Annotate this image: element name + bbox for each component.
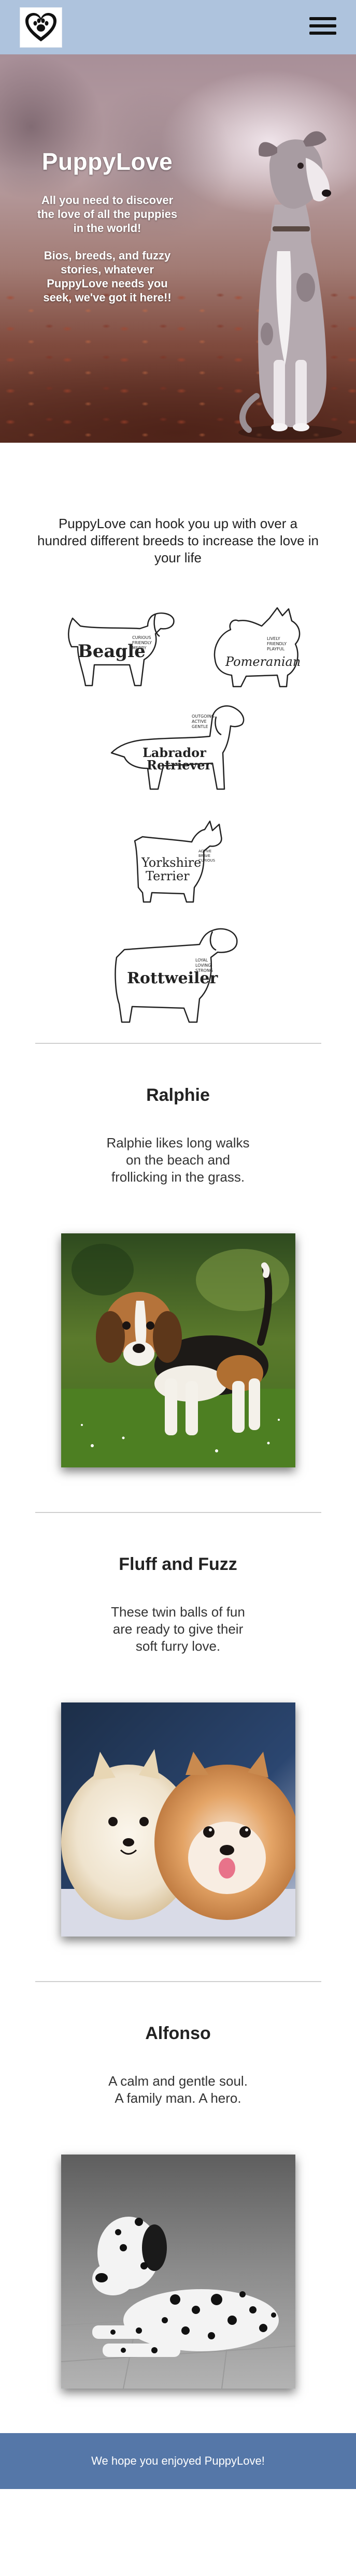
dog-name: Fluff and Fuzz: [119, 1554, 237, 1574]
breed-labrador-retriever[interactable]: Labrador Retriever OUTGOING ACTIVE GENTL…: [106, 696, 251, 799]
svg-text:Retriever: Retriever: [147, 758, 212, 773]
svg-text:MERRY: MERRY: [132, 646, 147, 650]
dog-photo-alfonso: [61, 2155, 295, 2389]
hero-text-block: PuppyLove All you need to discover the l…: [32, 148, 182, 318]
svg-text:LOYAL: LOYAL: [195, 958, 208, 963]
footer-text: We hope you enjoyed PuppyLove!: [91, 2454, 265, 2467]
svg-text:CURIOUS: CURIOUS: [132, 635, 151, 640]
dog-profile-alfonso: Alfonso A calm and gentle soul. A family…: [0, 1982, 356, 2389]
svg-text:ACTIVE: ACTIVE: [198, 849, 211, 853]
svg-text:BRAVE: BRAVE: [198, 854, 210, 858]
dog-name: Alfonso: [145, 2024, 211, 2043]
hero-banner: PuppyLove All you need to discover the l…: [0, 54, 356, 443]
dog-profile-fluff-and-fuzz: Fluff and Fuzz These twin balls of fun a…: [0, 1513, 356, 1937]
dog-photo-ralphie: [61, 1233, 295, 1467]
svg-text:LOVING: LOVING: [195, 963, 211, 968]
hero-tagline: All you need to discover the love of all…: [37, 194, 178, 235]
dog-description: These twin balls of fun are ready to giv…: [111, 1604, 245, 1654]
breed-beagle[interactable]: Beagle CURIOUS FRIENDLY MERRY: [57, 598, 181, 696]
menu-bar: [309, 24, 336, 27]
svg-text:Terrier: Terrier: [146, 869, 190, 883]
svg-text:OUTGOING: OUTGOING: [192, 714, 215, 719]
heart-paw-icon: [25, 13, 56, 41]
hamburger-menu-button[interactable]: [309, 12, 336, 39]
svg-text:PLAYFUL: PLAYFUL: [267, 647, 285, 651]
hero-description: Bios, breeds, and fuzzy stories, whateve…: [43, 249, 172, 304]
navbar: [0, 0, 356, 54]
svg-text:FRIENDLY: FRIENDLY: [132, 641, 152, 645]
breed-name-pomeranian: Pomeranian: [225, 654, 301, 669]
dog-description: Ralphie likes long walks on the beach an…: [106, 1135, 250, 1185]
svg-text:CURIOUS: CURIOUS: [198, 858, 216, 863]
svg-text:ACTIVE: ACTIVE: [192, 719, 207, 724]
breed-pomeranian[interactable]: Pomeranian LIVELY FRIENDLY PLAYFUL: [205, 598, 308, 696]
breed-gallery: Beagle CURIOUS FRIENDLY MERRY Pomeranian…: [0, 566, 356, 1043]
svg-text:FRIENDLY: FRIENDLY: [267, 642, 287, 646]
svg-text:GENTLE: GENTLE: [192, 724, 208, 729]
dog-name: Ralphie: [146, 1085, 210, 1105]
hero-dog-image: [238, 131, 342, 440]
dog-profile-ralphie: Ralphie Ralphie likes long walks on the …: [0, 1044, 356, 1467]
breed-yorkshire-terrier[interactable]: Yorkshire Terrier ACTIVE BRAVE CURIOUS: [127, 810, 231, 908]
svg-text:STRONG: STRONG: [195, 968, 213, 973]
footer: We hope you enjoyed PuppyLove!: [0, 2433, 356, 2489]
hero-title: PuppyLove: [41, 148, 173, 175]
menu-bar: [309, 32, 336, 35]
breeds-intro-text: PuppyLove can hook you up with over a hu…: [37, 516, 319, 565]
dog-photo-fluff-and-fuzz: [61, 1702, 295, 1937]
breed-rottweiler[interactable]: Rottweiler LOYAL LOVING STRONG: [106, 916, 251, 1030]
logo[interactable]: [20, 7, 62, 48]
dog-description: A calm and gentle soul. A family man. A …: [108, 2073, 248, 2106]
menu-bar: [309, 17, 336, 20]
svg-text:LIVELY: LIVELY: [267, 636, 280, 641]
breed-name-yorkshire: Yorkshire: [141, 855, 201, 870]
